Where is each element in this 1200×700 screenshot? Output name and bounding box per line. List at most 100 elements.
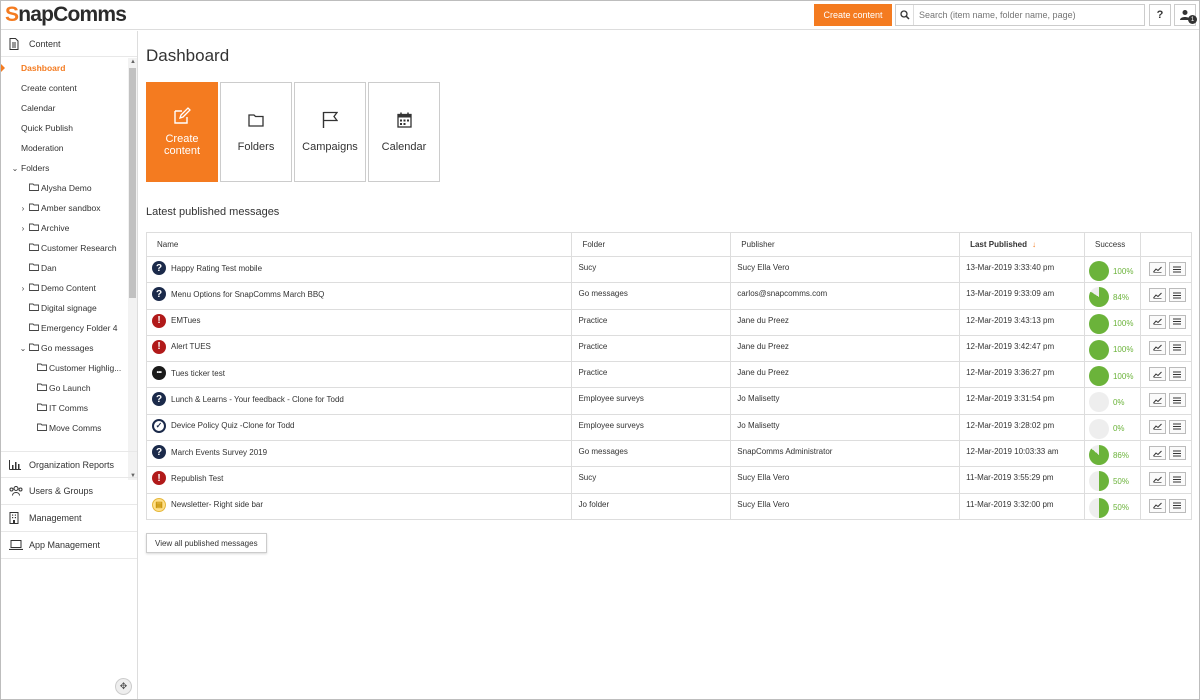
message-name[interactable]: EMTues — [171, 316, 201, 325]
folder-item-emergency-folder-4[interactable]: Emergency Folder 4 — [1, 318, 128, 338]
table-row[interactable]: ! EMTues Practice Jane du Preez 12-Mar-2019 … — [145, 308, 1193, 336]
scroll-up-icon[interactable]: ▲ — [130, 59, 136, 65]
report-chart-icon[interactable] — [1148, 314, 1166, 329]
folder-item-it-comms[interactable]: IT Comms — [1, 398, 128, 418]
menu-icon[interactable] — [1168, 498, 1186, 513]
report-chart-icon[interactable] — [1148, 446, 1166, 461]
chevron-down-icon[interactable]: ⌄ — [11, 164, 19, 173]
sidebar-item-folders[interactable]: ⌄ Folders — [1, 158, 128, 178]
report-chart-icon[interactable] — [1148, 288, 1166, 303]
table-row[interactable]: ? Menu Options for SnapComms March BBQ Go … — [145, 282, 1193, 310]
table-row[interactable]: ? Happy Rating Test mobile Sucy Sucy Ella V… — [145, 255, 1193, 284]
sidebar-section-organization-reports[interactable]: Organization Reports — [1, 451, 137, 478]
menu-icon[interactable] — [1168, 340, 1186, 355]
folder-item-dan[interactable]: Dan — [1, 258, 128, 278]
cell-name[interactable]: ✓ Device Policy Quiz -Clone for Todd — [145, 413, 573, 442]
column-header-success[interactable]: Success — [1083, 232, 1141, 257]
cell-name[interactable]: ! EMTues — [145, 308, 573, 336]
folder-item-go-launch[interactable]: Go Launch — [1, 378, 128, 398]
menu-icon[interactable] — [1168, 314, 1186, 329]
scrollbar-thumb[interactable] — [129, 68, 136, 298]
sidebar-item-calendar[interactable]: Calendar — [1, 98, 128, 118]
message-name[interactable]: Newsletter- Right side bar — [171, 500, 263, 509]
report-chart-icon[interactable] — [1148, 367, 1166, 382]
column-header-name[interactable]: Name — [145, 232, 573, 257]
table-row[interactable]: ? March Events Survey 2019 Go messages Snap… — [145, 440, 1193, 468]
sidebar-section-app-management[interactable]: App Management — [1, 532, 137, 559]
move-icon[interactable]: ✥ — [115, 678, 132, 695]
table-row[interactable]: ✓ Device Policy Quiz -Clone for Todd Emplo… — [145, 413, 1193, 442]
view-all-published-button[interactable]: View all published messages — [146, 533, 267, 553]
folder-item-go-messages[interactable]: ⌄ Go messages — [1, 338, 128, 358]
tile-calendar[interactable]: Calendar — [368, 82, 440, 182]
help-button[interactable]: ? — [1149, 4, 1171, 26]
message-name[interactable]: Happy Rating Test mobile — [171, 264, 262, 273]
sidebar-scrollbar[interactable]: ▲ ▼ — [128, 58, 137, 480]
cell-name[interactable]: ? Lunch & Learns - Your feedback - Clone … — [145, 387, 573, 415]
cell-name[interactable]: ••• Tues ticker test — [145, 361, 573, 389]
report-chart-icon[interactable] — [1148, 393, 1166, 408]
cell-name[interactable]: ? Menu Options for SnapComms March BBQ — [145, 282, 573, 310]
folder-item-archive[interactable]: › Archive — [1, 218, 128, 238]
message-name[interactable]: Tues ticker test — [171, 369, 225, 378]
cell-name[interactable]: ? Happy Rating Test mobile — [145, 255, 573, 284]
sidebar-section-content[interactable]: Content — [1, 31, 137, 57]
search-input[interactable] — [914, 10, 1139, 20]
message-name[interactable]: Republish Test — [171, 474, 223, 483]
search-box[interactable] — [895, 4, 1145, 26]
message-name[interactable]: Lunch & Learns - Your feedback - Clone f… — [171, 395, 344, 404]
table-row[interactable]: ! Republish Test Sucy Sucy Ella Vero 11-Mar-… — [145, 466, 1193, 494]
folder-item-amber-sandbox[interactable]: › Amber sandbox — [1, 198, 128, 218]
cell-name[interactable]: ! Alert TUES — [145, 334, 573, 363]
folder-item-customer-highlights[interactable]: Customer Highlig... — [1, 358, 128, 378]
report-chart-icon[interactable] — [1148, 472, 1166, 487]
tile-campaigns[interactable]: Campaigns — [294, 82, 366, 182]
sidebar-item-moderation[interactable]: Moderation — [1, 138, 128, 158]
sidebar-item-create-content[interactable]: Create content — [1, 78, 128, 98]
sidebar-item-quick-publish[interactable]: Quick Publish — [1, 118, 128, 138]
message-name[interactable]: Alert TUES — [171, 342, 211, 351]
cell-name[interactable]: ! Republish Test — [145, 466, 573, 494]
tile-folders[interactable]: Folders — [220, 82, 292, 182]
report-chart-icon[interactable] — [1148, 498, 1166, 513]
menu-icon[interactable] — [1168, 288, 1186, 303]
document-icon — [9, 37, 23, 50]
menu-icon[interactable] — [1168, 446, 1186, 461]
menu-icon[interactable] — [1168, 419, 1186, 434]
message-name[interactable]: March Events Survey 2019 — [171, 448, 267, 457]
folder-item-customer-research[interactable]: Customer Research — [1, 238, 128, 258]
tile-create-content[interactable]: Create content — [146, 82, 218, 182]
chevron-down-icon[interactable]: ⌄ — [19, 344, 27, 353]
folder-item-alysha-demo[interactable]: Alysha Demo — [1, 178, 128, 198]
create-content-button[interactable]: Create content — [814, 4, 892, 26]
table-row[interactable]: ▤ Newsletter- Right side bar Jo folder Sucy… — [145, 492, 1193, 520]
report-chart-icon[interactable] — [1148, 340, 1166, 355]
chevron-right-icon[interactable]: › — [19, 224, 27, 233]
snapcomms-logo[interactable]: SnapComms — [5, 3, 127, 27]
menu-icon[interactable] — [1168, 472, 1186, 487]
cell-name[interactable]: ▤ Newsletter- Right side bar — [145, 492, 573, 520]
menu-icon[interactable] — [1168, 393, 1186, 408]
column-header-publisher[interactable]: Publisher — [730, 232, 961, 257]
folder-item-digital-signage[interactable]: Digital signage — [1, 298, 128, 318]
sidebar-item-dashboard[interactable]: Dashboard — [1, 58, 128, 78]
cell-name[interactable]: ? March Events Survey 2019 — [145, 440, 573, 468]
chevron-right-icon[interactable]: › — [19, 284, 27, 293]
report-chart-icon[interactable] — [1148, 262, 1166, 276]
table-row[interactable]: ! Alert TUES Practice Jane du Preez 12-Mar-2… — [145, 334, 1193, 363]
table-row[interactable]: ? Lunch & Learns - Your feedback - Clone … — [145, 387, 1193, 415]
column-header-folder[interactable]: Folder — [571, 232, 732, 257]
user-menu-button[interactable]: 1 — [1174, 4, 1197, 26]
chevron-right-icon[interactable]: › — [19, 204, 27, 213]
menu-icon[interactable] — [1168, 367, 1186, 382]
folder-item-demo-content[interactable]: › Demo Content — [1, 278, 128, 298]
menu-icon[interactable] — [1168, 262, 1186, 276]
sidebar-section-users-groups[interactable]: Users & Groups — [1, 478, 137, 505]
sidebar-section-management[interactable]: Management — [1, 505, 137, 532]
message-name[interactable]: Menu Options for SnapComms March BBQ — [171, 290, 324, 299]
column-header-last-published[interactable]: Last Published ↓ — [959, 232, 1085, 257]
message-name[interactable]: Device Policy Quiz -Clone for Todd — [171, 421, 294, 430]
report-chart-icon[interactable] — [1148, 419, 1166, 434]
folder-item-move-comms[interactable]: Move Comms — [1, 418, 128, 438]
table-row[interactable]: ••• Tues ticker test Practice Jane du Preez… — [145, 361, 1193, 389]
